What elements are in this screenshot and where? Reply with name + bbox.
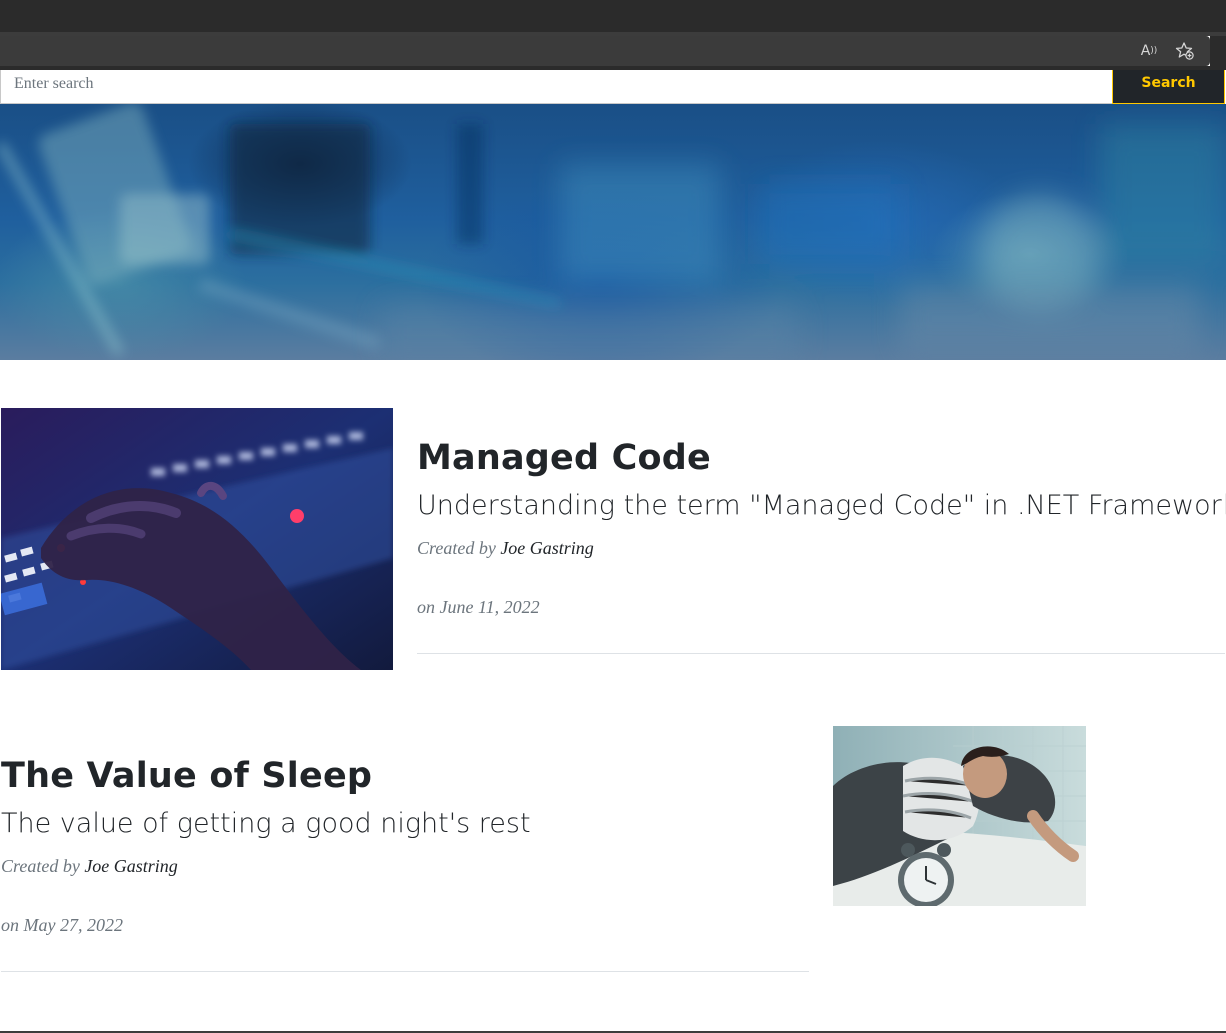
read-aloud-icon[interactable]: A)) [1138, 41, 1160, 61]
add-favorite-icon[interactable] [1174, 41, 1196, 61]
search-button[interactable]: Search [1112, 70, 1225, 104]
hero-banner-image [0, 104, 1226, 360]
browser-toolbar-edge [1210, 36, 1226, 66]
post-thumbnail-sleep[interactable] [833, 726, 1086, 906]
browser-tab-strip [0, 0, 1226, 32]
post-author[interactable]: Joe Gastring [500, 538, 594, 558]
post-thumbnail-keyboard[interactable] [1, 408, 393, 670]
post-author-line: Created by Joe Gastring [417, 538, 594, 559]
post-title[interactable]: The Value of Sleep [1, 756, 372, 796]
search-input[interactable] [0, 70, 1113, 104]
post-date: on June 11, 2022 [417, 597, 540, 617]
post-author[interactable]: Joe Gastring [84, 856, 178, 876]
address-bar[interactable] [0, 36, 1210, 66]
post-author-line: Created by Joe Gastring [1, 856, 178, 877]
created-by-label: Created by [417, 538, 496, 558]
post-date: on May 27, 2022 [1, 915, 123, 935]
post-subtitle[interactable]: The value of getting a good night's rest [1, 808, 531, 839]
post-title[interactable]: Managed Code [417, 438, 711, 478]
post-divider [1, 971, 809, 972]
post-divider [417, 653, 1225, 654]
post-subtitle[interactable]: Understanding the term "Managed Code" in… [417, 490, 1226, 521]
created-by-label: Created by [1, 856, 80, 876]
